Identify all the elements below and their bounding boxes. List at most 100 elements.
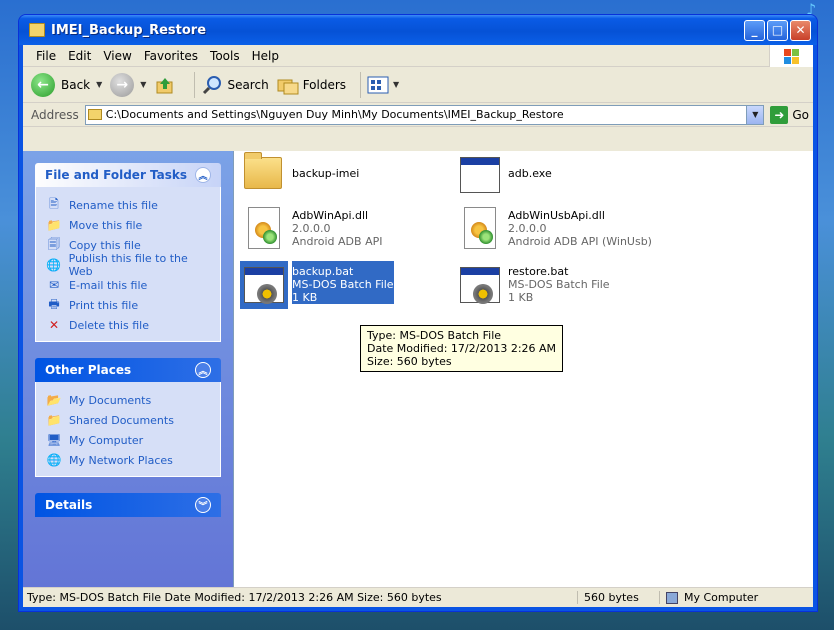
file-name: restore.bat — [508, 265, 569, 278]
menu-bar: File Edit View Favorites Tools Help — [23, 45, 813, 67]
dll-icon — [456, 205, 504, 253]
menu-help[interactable]: Help — [247, 49, 286, 63]
application-icon — [456, 151, 504, 199]
maximize-button[interactable]: □ — [767, 19, 788, 41]
task-rename[interactable]: 🖹 Rename this file — [46, 195, 212, 215]
place-label: My Computer — [69, 433, 144, 447]
place-my-documents[interactable]: 📂 My Documents — [46, 390, 212, 410]
task-move[interactable]: 📁 Move this file — [46, 215, 212, 235]
place-label: Shared Documents — [69, 413, 174, 427]
folder-icon — [87, 109, 102, 120]
file-size: 1 KB — [508, 291, 534, 304]
back-button[interactable]: ← Back ▼ — [31, 72, 102, 97]
file-folder-tasks-panel: File and Folder Tasks ︽ 🖹 Rename this fil… — [35, 163, 221, 342]
collapse-icon[interactable]: ︽ — [195, 362, 211, 378]
address-label: Address — [31, 107, 79, 122]
chevron-down-icon[interactable]: ▼ — [393, 80, 399, 89]
task-delete[interactable]: ✕ Delete this file — [46, 315, 212, 335]
file-size: 1 KB — [292, 291, 318, 304]
views-icon — [367, 74, 389, 96]
go-button[interactable]: ➜ Go — [770, 105, 809, 124]
file-version: 2.0.0.0 — [292, 222, 331, 235]
file-item-adbwinusbapi[interactable]: AdbWinUsbApi.dll 2.0.0.0 Android ADB API… — [456, 205, 652, 253]
email-icon: ✉ — [48, 278, 60, 292]
file-type: MS-DOS Batch File — [292, 278, 394, 291]
file-item-backup-bat[interactable]: backup.bat MS-DOS Batch File 1 KB — [240, 261, 394, 309]
computer-icon: 🖥 — [46, 433, 62, 447]
file-name: backup-imei — [292, 167, 360, 180]
folder-icon — [240, 151, 288, 199]
chevron-down-icon[interactable]: ▼ — [96, 80, 102, 89]
task-label: Copy this file — [69, 238, 141, 252]
batch-file-icon — [456, 261, 504, 309]
details-header[interactable]: Details ︾ — [35, 493, 221, 517]
go-arrow-icon: ➜ — [770, 105, 789, 124]
task-label: Print this file — [69, 298, 139, 312]
file-name: adb.exe — [508, 167, 552, 180]
file-item-restore-bat[interactable]: restore.bat MS-DOS Batch File 1 KB — [456, 261, 610, 309]
task-print[interactable]: 🖶 Print this file — [46, 295, 212, 315]
place-label: My Network Places — [69, 453, 173, 467]
dll-icon — [240, 205, 288, 253]
address-input[interactable]: C:\Documents and Settings\Nguyen Duy Min… — [84, 104, 765, 125]
globe-icon: 🌐 — [46, 258, 62, 272]
toolbar-separator — [194, 71, 196, 98]
collapse-icon[interactable]: ︽ — [195, 167, 211, 183]
file-name: backup.bat — [292, 265, 354, 278]
file-folder-tasks-header[interactable]: File and Folder Tasks ︽ — [35, 163, 221, 187]
copy-icon: 🗐 — [48, 236, 60, 251]
menu-view[interactable]: View — [98, 49, 138, 63]
folders-icon — [277, 74, 299, 96]
menu-favorites[interactable]: Favorites — [139, 49, 205, 63]
search-icon — [201, 74, 223, 96]
file-item-adb-exe[interactable]: adb.exe — [456, 151, 552, 199]
go-label: Go — [792, 107, 809, 122]
expand-icon[interactable]: ︾ — [195, 497, 211, 513]
status-bar: Type: MS-DOS Batch File Date Modified: 1… — [23, 587, 813, 607]
status-size: 560 bytes — [577, 591, 659, 604]
task-label: Publish this file to the Web — [68, 252, 188, 278]
place-shared-documents[interactable]: 📁 Shared Documents — [46, 410, 212, 430]
views-button[interactable]: ▼ — [367, 74, 399, 96]
file-item-backup-imei[interactable]: backup-imei — [240, 151, 359, 199]
toolbar-separator — [360, 71, 362, 98]
title-bar[interactable]: IMEI_Backup_Restore _ □ ✕ — [19, 15, 817, 45]
move-icon: 📁 — [46, 218, 62, 232]
minimize-button[interactable]: _ — [744, 19, 765, 41]
other-places-header[interactable]: Other Places ︽ — [35, 358, 221, 382]
menu-tools[interactable]: Tools — [205, 49, 247, 63]
menu-file[interactable]: File — [31, 49, 63, 63]
tooltip-modified: Date Modified: 17/2/2013 2:26 AM — [367, 342, 557, 355]
place-my-computer[interactable]: 🖥 My Computer — [46, 430, 212, 450]
up-folder-button[interactable] — [154, 74, 180, 96]
up-folder-icon — [154, 74, 176, 96]
panel-title: File and Folder Tasks — [45, 168, 188, 182]
file-item-adbwinapi[interactable]: AdbWinApi.dll 2.0.0.0 Android ADB API — [240, 205, 382, 253]
chevron-down-icon[interactable]: ▼ — [746, 105, 764, 124]
folders-button[interactable]: Folders — [277, 74, 346, 96]
file-description: Android ADB API (WinUsb) — [508, 235, 652, 248]
task-email[interactable]: ✉ E-mail this file — [46, 275, 212, 295]
place-my-network[interactable]: 🌐 My Network Places — [46, 450, 212, 470]
printer-icon: 🖶 — [48, 296, 60, 311]
task-publish[interactable]: 🌐 Publish this file to the Web — [46, 252, 212, 278]
file-view: backup-imei adb.exe AdbWinApi.dll 2.0.0.… — [233, 151, 813, 587]
close-button[interactable]: ✕ — [790, 19, 811, 41]
task-label: Rename this file — [69, 198, 158, 212]
file-type: MS-DOS Batch File — [508, 278, 610, 291]
menu-edit[interactable]: Edit — [63, 49, 98, 63]
forward-button[interactable]: → ▼ — [110, 72, 146, 97]
status-zone-label: My Computer — [684, 591, 759, 604]
search-label: Search — [227, 77, 269, 92]
chevron-down-icon[interactable]: ▼ — [140, 80, 146, 89]
status-info: Type: MS-DOS Batch File Date Modified: 1… — [27, 591, 442, 604]
search-button[interactable]: Search — [201, 74, 269, 96]
folders-label: Folders — [302, 77, 347, 92]
back-arrow-icon: ← — [31, 72, 55, 97]
window-title: IMEI_Backup_Restore — [51, 22, 207, 38]
task-label: Move this file — [69, 218, 143, 232]
explorer-body: File and Folder Tasks ︽ 🖹 Rename this fil… — [23, 151, 813, 587]
tooltip-size: Size: 560 bytes — [367, 355, 452, 368]
address-bar: Address C:\Documents and Settings\Nguyen… — [23, 103, 813, 127]
standard-toolbar: ← Back ▼ → ▼ Search Folders ▼ — [23, 67, 813, 103]
